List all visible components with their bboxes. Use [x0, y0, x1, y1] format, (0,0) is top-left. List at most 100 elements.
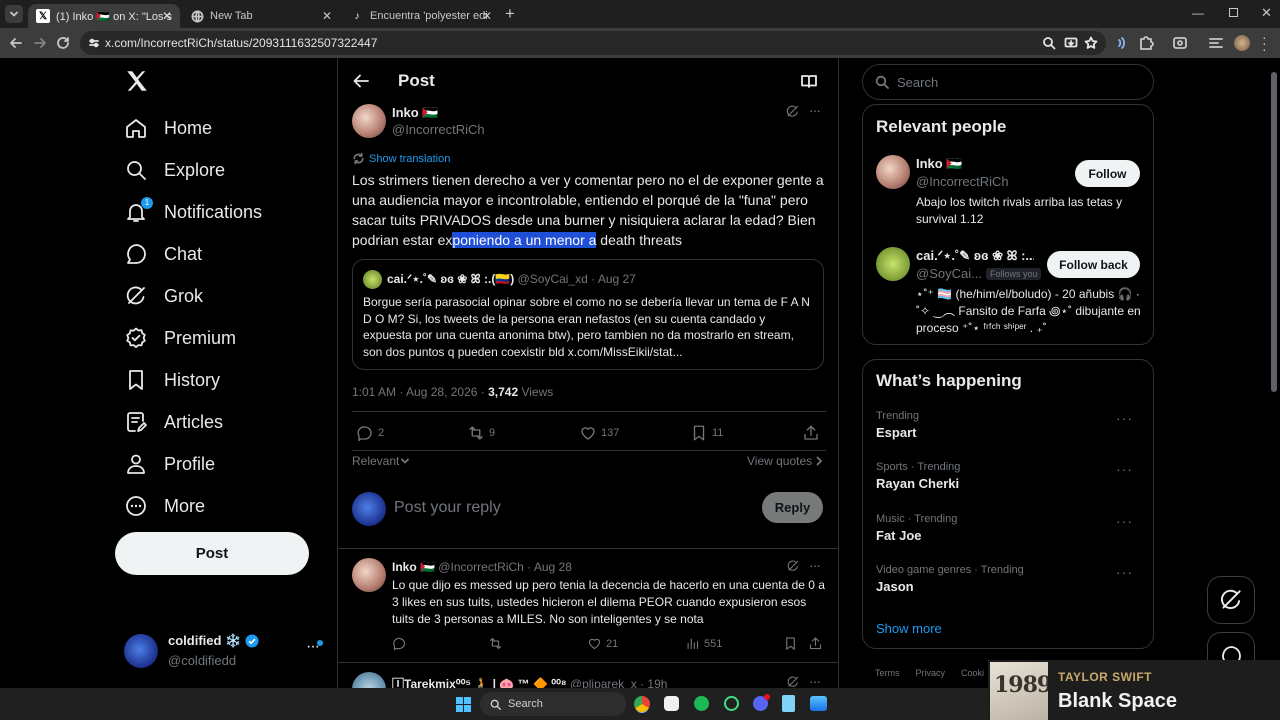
reply-button[interactable]: Reply: [762, 492, 823, 523]
new-tab-button[interactable]: +: [505, 4, 515, 24]
footer-link[interactable]: Privacy: [916, 668, 946, 678]
reply-author-name[interactable]: Inko 🇵🇸: [392, 560, 435, 574]
browser-menu-icon[interactable]: · · ·: [1262, 30, 1267, 56]
post-more-icon[interactable]: ···: [809, 102, 821, 118]
forward-button[interactable]: [31, 34, 49, 52]
follow-button[interactable]: Follow: [1075, 160, 1140, 187]
taskbar-search[interactable]: Search: [480, 692, 626, 716]
trend-more-icon[interactable]: ···: [1116, 461, 1133, 477]
grok-icon[interactable]: [785, 104, 800, 119]
sort-dropdown[interactable]: Relevant: [352, 454, 410, 468]
browser-tab[interactable]: New Tab ✕: [182, 4, 340, 28]
nav-item-grok[interactable]: Grok: [124, 278, 203, 314]
now-playing-overlay[interactable]: 1989 TAYLOR SWIFT Blank Space: [988, 660, 1280, 720]
search-input[interactable]: Search: [862, 64, 1154, 100]
site-info-icon[interactable]: [88, 37, 100, 49]
trend-item[interactable]: Sports · Trending Rayan Cherki ···: [876, 461, 1141, 491]
profile-sync-icon[interactable]: [1171, 34, 1189, 52]
grok-icon[interactable]: [786, 559, 800, 573]
browser-tab-active[interactable]: 𝕏 (1) Inko 🇵🇸 on X: "Los strimers ti ✕: [28, 4, 180, 28]
show-translation-link[interactable]: Show translation: [352, 152, 450, 165]
nav-item-history[interactable]: History: [124, 362, 220, 398]
photos-taskbar-icon[interactable]: [810, 696, 827, 711]
nav-item-notifications[interactable]: 1 Notifications: [124, 194, 262, 230]
share-action[interactable]: [802, 424, 820, 442]
close-window-button[interactable]: ✕: [1261, 5, 1272, 21]
show-more-link[interactable]: Show more: [876, 621, 942, 636]
chrome-taskbar-icon[interactable]: [634, 696, 650, 712]
reply-input[interactable]: Post your reply: [394, 499, 734, 517]
back-arrow-icon[interactable]: [352, 72, 370, 90]
minimize-button[interactable]: —: [1192, 6, 1204, 20]
nav-item-home[interactable]: Home: [124, 110, 212, 146]
windows-start-icon[interactable]: [456, 697, 471, 712]
trend-item[interactable]: Video game genres · Trending Jason ···: [876, 564, 1141, 594]
bookmark-star-icon[interactable]: [1084, 36, 1098, 50]
close-tab-icon[interactable]: ✕: [162, 9, 172, 23]
post-author-avatar[interactable]: [352, 104, 386, 138]
reply-action[interactable]: 2: [356, 424, 384, 442]
notepad-taskbar-icon[interactable]: [782, 695, 795, 712]
page-scrollbar[interactable]: [1271, 72, 1277, 392]
trend-context: Trending: [876, 410, 920, 422]
x-logo-icon[interactable]: [124, 68, 150, 94]
address-bar[interactable]: x.com/IncorrectRiCh/status/2093111632507…: [80, 31, 1106, 55]
reply-bookmark-action[interactable]: [783, 636, 798, 651]
close-tab-icon[interactable]: ✕: [482, 9, 492, 23]
reader-mode-icon[interactable]: [800, 72, 818, 90]
browser-profile-avatar[interactable]: [1234, 35, 1250, 51]
trend-item[interactable]: Music · Trending Fat Joe ···: [876, 513, 1141, 543]
app-taskbar-icon[interactable]: [724, 696, 739, 711]
nav-item-profile[interactable]: Profile: [124, 446, 215, 482]
grok-floating-button[interactable]: [1207, 576, 1255, 624]
post-button[interactable]: Post: [115, 532, 309, 575]
reading-list-icon[interactable]: [1207, 34, 1225, 52]
browser-tab[interactable]: ♪ Encuentra 'polyester edit' en Tik ✕: [342, 4, 500, 28]
person-avatar[interactable]: [876, 247, 910, 281]
zoom-icon[interactable]: [1042, 36, 1056, 50]
reply-repost-action[interactable]: [488, 636, 503, 651]
back-button[interactable]: [7, 34, 25, 52]
reply-views-action[interactable]: 551: [685, 636, 722, 651]
person-name[interactable]: Inko 🇵🇸: [916, 156, 963, 172]
account-switcher[interactable]: coldified ❄️ @coldifiedd ···: [124, 632, 324, 672]
reply-author-avatar[interactable]: [352, 558, 386, 592]
footer-link[interactable]: Cooki: [961, 668, 984, 678]
trend-more-icon[interactable]: ···: [1116, 410, 1133, 426]
footer-link[interactable]: Terms: [875, 668, 900, 678]
reload-button[interactable]: [54, 34, 72, 52]
close-tab-icon[interactable]: ✕: [322, 9, 332, 23]
nav-item-premium[interactable]: Premium: [124, 320, 236, 356]
app-taskbar-icon[interactable]: [753, 694, 770, 711]
trend-more-icon[interactable]: ···: [1116, 564, 1133, 580]
nav-item-articles[interactable]: Articles: [124, 404, 223, 440]
reply-more-icon[interactable]: ···: [809, 557, 821, 573]
reply-more-icon[interactable]: ···: [809, 673, 821, 689]
post-author-name[interactable]: Inko 🇵🇸: [392, 105, 439, 121]
reply-share-action[interactable]: [808, 636, 823, 651]
bookmark-action[interactable]: 11: [690, 424, 723, 442]
nav-item-explore[interactable]: Explore: [124, 152, 225, 188]
trend-item[interactable]: Trending Espart ···: [876, 410, 1141, 440]
reply-reply-action[interactable]: [392, 636, 407, 651]
app-taskbar-icon[interactable]: [664, 696, 679, 711]
view-quotes-link[interactable]: View quotes: [747, 454, 823, 468]
follow-back-button[interactable]: Follow back: [1047, 251, 1140, 278]
install-app-icon[interactable]: [1064, 36, 1078, 50]
repost-action[interactable]: 9: [467, 424, 495, 442]
grok-icon[interactable]: [786, 675, 800, 689]
like-action[interactable]: 137: [579, 424, 619, 442]
spotify-taskbar-icon[interactable]: [694, 696, 709, 711]
post-author-handle[interactable]: @IncorrectRiCh: [392, 122, 485, 137]
maximize-button[interactable]: [1229, 8, 1238, 17]
nav-item-chat[interactable]: Chat: [124, 236, 202, 272]
trend-more-icon[interactable]: ···: [1116, 513, 1133, 529]
person-avatar[interactable]: [876, 155, 910, 189]
quoted-post[interactable]: cai.ᐟ⋆.˚✎ ʚɞ ❀ ꕤ :.(🇨🇴) @SoyCai_xd · Aug…: [352, 259, 824, 370]
nav-item-more[interactable]: More: [124, 488, 205, 524]
reply-like-action[interactable]: 21: [587, 636, 618, 651]
extension-icon[interactable]: [1113, 34, 1131, 52]
tab-search-button[interactable]: [5, 5, 23, 23]
person-name[interactable]: cai.ᐟ⋆.˚✎ ʚɞ ❀ ꕤ :...: [916, 248, 1034, 264]
extensions-puzzle-icon[interactable]: [1137, 34, 1155, 52]
